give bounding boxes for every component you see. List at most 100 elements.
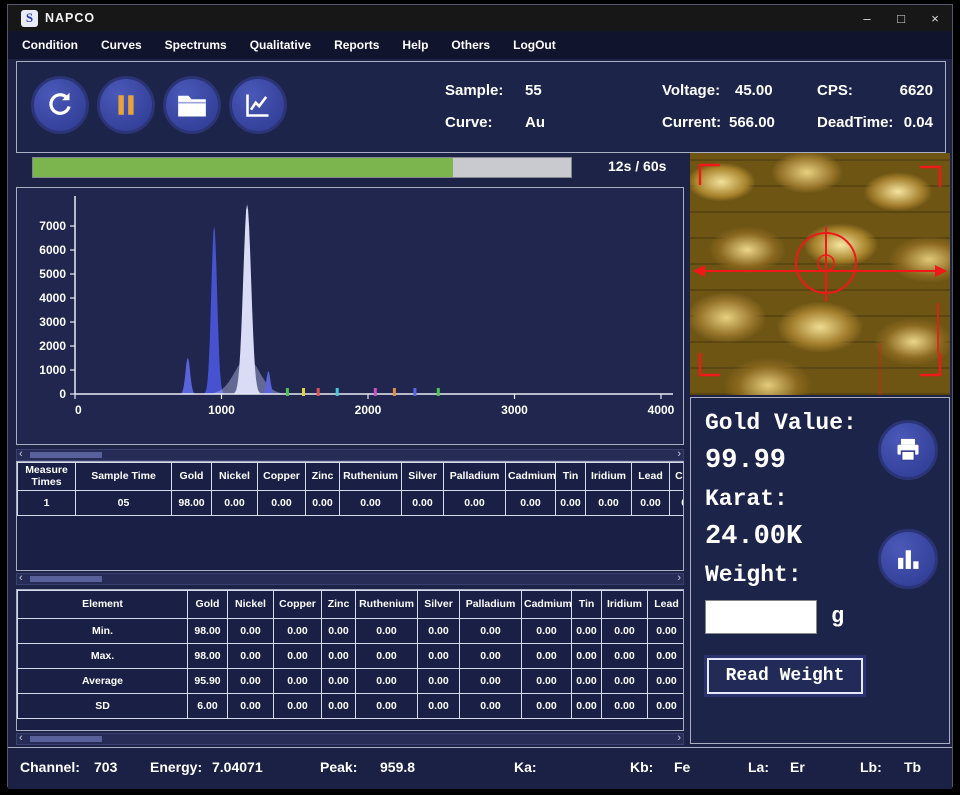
karat-value: 24.00K [705,522,802,552]
table-cell: 0.00 [586,491,632,516]
table-cell: 0.00 [632,491,670,516]
menu-item-qualitative[interactable]: Qualitative [250,38,311,52]
spectrum-view-button[interactable] [229,76,287,134]
scroll-left-icon[interactable]: ‹ [19,572,23,584]
scroll-left-icon[interactable]: ‹ [19,732,23,744]
refresh-button[interactable] [31,76,89,134]
table-cell: 05 [76,491,172,516]
table-cell: 0.00 [602,669,648,694]
column-header: Nickel [212,463,258,491]
table-cell: 0.00 [670,491,685,516]
column-header: Zinc [322,591,356,619]
spectrum-svg: 7000600050004000300020001000001000200030… [17,188,683,444]
stats-scroll-thumb[interactable] [30,736,102,742]
table-cell: 0.00 [274,644,322,669]
menu-item-curves[interactable]: Curves [101,38,142,52]
stats-hscrollbar[interactable]: ‹ › [16,733,684,745]
results-hscrollbar[interactable]: ‹ › [16,573,684,585]
statistics-button[interactable] [878,529,938,589]
menu-item-condition[interactable]: Condition [22,38,78,52]
table-cell: 0.00 [522,669,572,694]
table-cell: 0.00 [322,694,356,719]
column-header: Palladium [444,463,506,491]
svg-text:6000: 6000 [39,243,66,257]
scroll-right-icon[interactable]: › [677,732,681,744]
column-header: Nickel [228,591,274,619]
results-table-box: Measure TimesSample TimeGoldNickelCopper… [16,461,684,571]
table-cell: 0.00 [418,644,460,669]
deadtime-value: 0.04 [904,114,933,131]
chart-hscrollbar[interactable]: ‹ › [16,449,684,461]
chart-scroll-thumb[interactable] [30,452,102,458]
table-cell: 0.00 [572,694,602,719]
menu-bar: Condition Curves Spectrums Qualitative Repor… [8,31,952,59]
weight-input[interactable] [705,600,817,634]
print-button[interactable] [878,420,938,480]
menu-item-reports[interactable]: Reports [334,38,379,52]
results-table: Measure TimesSample TimeGoldNickelCopper… [17,462,684,516]
scroll-right-icon[interactable]: › [677,572,681,584]
menu-item-logout[interactable]: LogOut [513,38,556,52]
svg-text:3000: 3000 [501,403,528,417]
table-cell: 0.00 [418,619,460,644]
table-cell: 0.00 [322,669,356,694]
cps-value: 6620 [900,82,933,99]
channel-value: 703 [94,759,117,775]
table-cell: 0.00 [460,619,522,644]
folder-icon [177,92,207,118]
table-cell: 1 [18,491,76,516]
pause-button[interactable] [97,76,155,134]
table-cell: 0.00 [648,669,685,694]
menu-item-others[interactable]: Others [451,38,490,52]
column-header: Lead [632,463,670,491]
maximize-button[interactable]: □ [884,5,918,31]
svg-text:4000: 4000 [648,403,675,417]
minimize-button[interactable]: – [850,5,884,31]
table-cell: 0.00 [418,669,460,694]
menu-item-help[interactable]: Help [402,38,428,52]
svg-text:5000: 5000 [39,267,66,281]
column-header: Zinc [306,463,340,491]
column-header: Cadmium [522,591,572,619]
status-bar: Channel: 703 Energy: 7.04071 Peak: 959.8… [8,747,952,789]
title-bar: S NAPCO – □ × [8,5,952,31]
column-header: Tin [572,591,602,619]
table-cell: 0.00 [572,619,602,644]
table-cell: 0.00 [572,669,602,694]
lb-label: Lb: [860,759,882,775]
table-cell: 0.00 [228,694,274,719]
close-button[interactable]: × [918,5,952,31]
table-cell: 98.00 [172,491,212,516]
refresh-icon [45,90,75,120]
table-cell: 0.00 [460,669,522,694]
table-cell: SD [18,694,188,719]
table-row: Min.98.000.000.000.000.000.000.000.000.0… [18,619,685,644]
table-cell: 95.90 [188,669,228,694]
table-cell: 0.00 [444,491,506,516]
scroll-right-icon[interactable]: › [677,448,681,460]
table-cell: 0.00 [258,491,306,516]
table-cell: 0.00 [648,619,685,644]
column-header: Cadmium [506,463,556,491]
menu-item-spectrums[interactable]: Spectrums [165,38,227,52]
progress-track [32,157,572,178]
column-header: Tin [556,463,586,491]
progress-time-label: 12s / 60s [608,158,666,174]
column-header: Lead [648,591,685,619]
table-row: Average95.900.000.000.000.000.000.000.00… [18,669,685,694]
svg-text:2000: 2000 [355,403,382,417]
svg-text:1000: 1000 [39,363,66,377]
open-file-button[interactable] [163,76,221,134]
voltage-label: Voltage: [662,82,720,99]
table-cell: 0.00 [418,694,460,719]
measurement-progress: 12s / 60s [16,155,684,181]
table-cell: 0.00 [228,644,274,669]
lb-value: Tb [904,759,921,775]
line-chart-icon [244,91,272,119]
scroll-left-icon[interactable]: ‹ [19,448,23,460]
read-weight-button[interactable]: Read Weight [707,658,863,694]
app-window: S NAPCO – □ × Condition Curves Spectrums Qu… [7,4,953,787]
results-scroll-thumb[interactable] [30,576,102,582]
toolbar-panel: Sample: 55 Voltage: 45.00 CPS: 6620 Curv… [16,61,946,153]
svg-text:4000: 4000 [39,291,66,305]
